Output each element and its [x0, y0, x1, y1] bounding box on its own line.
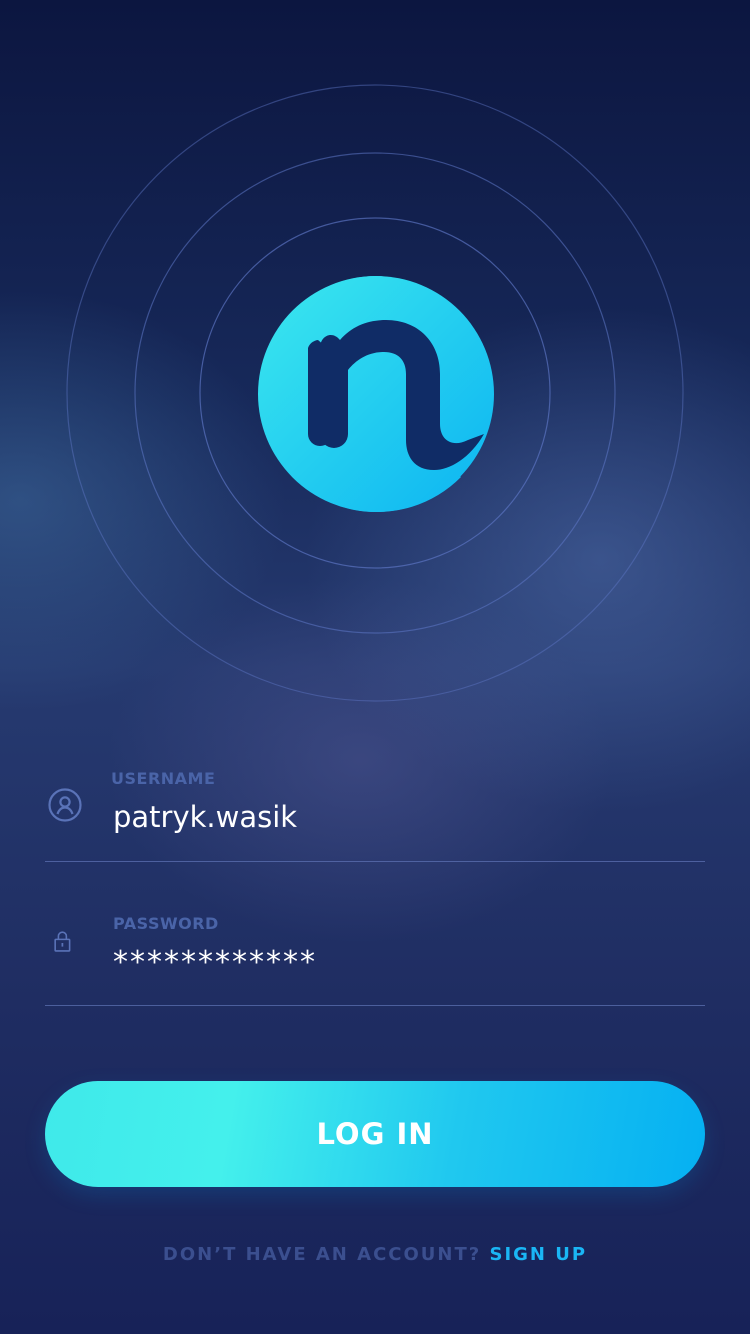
signup-prompt-line: DON’T HAVE AN ACCOUNT? SIGN UP [0, 1244, 750, 1265]
n-logo-icon [258, 276, 494, 512]
login-screen: USERNAME patryk.wasik PASSWORD *********… [0, 0, 750, 1334]
password-input[interactable]: ************ [113, 945, 317, 980]
password-label: PASSWORD [113, 914, 219, 933]
password-field[interactable]: PASSWORD ************ [45, 905, 705, 1006]
login-button[interactable]: LOG IN [45, 1081, 705, 1187]
username-field[interactable]: USERNAME patryk.wasik [45, 760, 705, 862]
login-button-label: LOG IN [316, 1117, 434, 1151]
lock-icon [54, 931, 71, 952]
signup-link[interactable]: SIGN UP [489, 1244, 587, 1265]
signup-prompt-text: DON’T HAVE AN ACCOUNT? [162, 1244, 482, 1265]
username-input[interactable]: patryk.wasik [113, 800, 297, 834]
user-icon [48, 788, 82, 822]
username-label: USERNAME [111, 769, 216, 788]
